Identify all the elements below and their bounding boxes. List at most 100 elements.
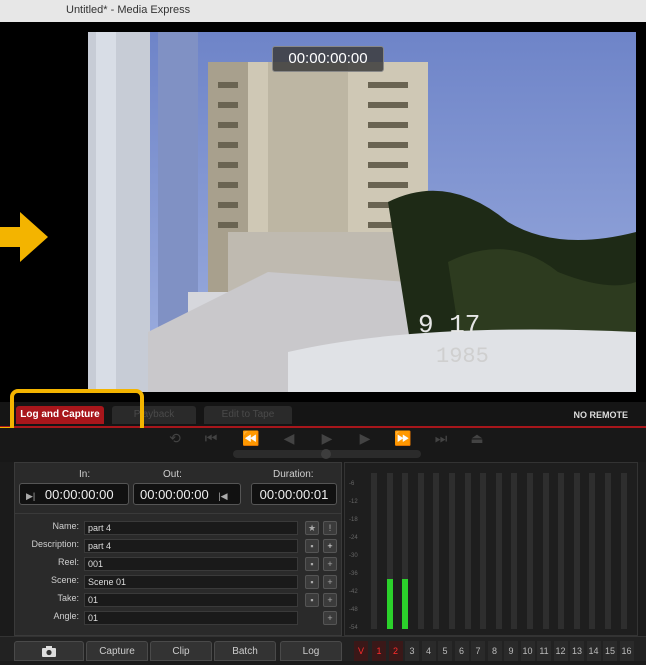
channel-audio-13-button[interactable]: 13 [570, 641, 584, 661]
channel-audio-16-button[interactable]: 16 [619, 641, 634, 661]
snapshot-button[interactable] [14, 641, 84, 661]
db-scale-label: -42 [349, 589, 358, 595]
audio-meter-5 [433, 473, 440, 629]
batch-button[interactable]: Batch [214, 641, 276, 661]
jog-shuttle-slider[interactable] [233, 449, 421, 459]
channel-audio-12-button[interactable]: 12 [553, 641, 568, 661]
scene-label: Scene: [50, 575, 79, 585]
audio-meter-3 [402, 473, 409, 629]
bottom-toolbar: Capture Clip Batch Log V 1 2 3 4 5 6 7 8 9 10 11 12 1… [0, 636, 646, 661]
eject-icon[interactable]: ⏏ [466, 430, 488, 446]
log-button[interactable]: Log [280, 641, 342, 661]
in-timecode-field[interactable]: ▶| 00:00:00:00 [19, 483, 129, 505]
channel-audio-14-button[interactable]: 14 [586, 641, 601, 661]
in-timecode-value: 00:00:00:00 [44, 487, 114, 502]
description-add-button[interactable]: + [323, 539, 337, 553]
step-back-icon[interactable]: ◀ [278, 430, 300, 446]
audio-meter-4 [417, 473, 424, 629]
name-increment-button[interactable]: ! [323, 521, 337, 535]
db-scale-label: -18 [349, 517, 358, 523]
audio-meter-12 [542, 473, 549, 629]
audio-meter-2 [386, 473, 393, 629]
audio-meter-1 [371, 473, 377, 629]
scene-add-button[interactable]: + [323, 575, 337, 589]
channel-video-button[interactable]: V [354, 641, 368, 661]
take-add-button[interactable]: + [323, 593, 337, 607]
channel-audio-9-button[interactable]: 9 [504, 641, 518, 661]
description-toggle-button[interactable]: ▪ [305, 539, 319, 553]
channel-audio-7-button[interactable]: 7 [471, 641, 485, 661]
audio-meter-level [386, 579, 393, 629]
scene-field[interactable]: Scene 01 [84, 575, 298, 589]
angle-label: Angle: [53, 611, 79, 621]
play-icon[interactable]: ▶ [316, 430, 338, 446]
reel-add-button[interactable]: + [323, 557, 337, 571]
reel-label: Reel: [57, 557, 79, 567]
name-field[interactable]: part 4 [84, 521, 298, 535]
step-forward-icon[interactable]: ▶ [354, 430, 376, 446]
description-label: Description: [31, 539, 79, 549]
timecode-overlay: 00:00:00:00 [272, 46, 384, 72]
log-panel: In: Out: Duration: ▶| 00:00:00:00 00:00:… [14, 462, 342, 636]
channel-audio-5-button[interactable]: 5 [438, 641, 452, 661]
reel-field[interactable]: 001 [84, 557, 298, 571]
rewind-icon[interactable]: ⏪ [240, 430, 262, 446]
tab-edit-to-tape[interactable]: Edit to Tape [204, 406, 292, 424]
video-frame: 9 17 1985 [88, 32, 636, 392]
date-stamp-day: 9 17 [418, 310, 480, 340]
mark-in-icon[interactable]: ▶| [26, 491, 35, 501]
channel-audio-6-button[interactable]: 6 [454, 641, 469, 661]
duration-label: Duration: [273, 469, 314, 480]
clip-button[interactable]: Clip [150, 641, 212, 661]
transport-controls: ⟲ ⏮ ⏪ ◀ ▶ ▶ ⏩ ⏭ ⏏ [0, 428, 646, 462]
angle-field[interactable]: 01 [84, 611, 298, 625]
take-toggle-button[interactable]: ▪ [305, 593, 319, 607]
loop-icon[interactable]: ⟲ [164, 430, 186, 446]
name-favorite-button[interactable]: ★ [305, 521, 319, 535]
db-scale-label: -36 [349, 571, 358, 577]
divider [15, 513, 341, 514]
channel-audio-10-button[interactable]: 10 [520, 641, 535, 661]
channel-audio-15-button[interactable]: 15 [603, 641, 617, 661]
camera-icon [42, 646, 56, 657]
angle-add-button[interactable]: + [323, 611, 337, 625]
channel-audio-4-button[interactable]: 4 [421, 641, 436, 661]
take-label: Take: [57, 593, 79, 603]
out-label: Out: [163, 469, 182, 480]
channel-audio-1-button[interactable]: 1 [372, 641, 386, 661]
capture-button[interactable]: Capture [86, 641, 148, 661]
channel-audio-11-button[interactable]: 11 [537, 641, 551, 661]
video-preview-area: 9 17 1985 00:00:00:00 [0, 22, 646, 402]
pointer-arrow-icon [0, 212, 48, 262]
duration-timecode-value: 00:00:00:01 [259, 487, 329, 502]
fast-forward-icon[interactable]: ⏩ [392, 430, 414, 446]
audio-meter-7 [464, 473, 471, 629]
window-titlebar: Untitled* - Media Express [0, 0, 646, 23]
remote-status: NO REMOTE [573, 410, 628, 420]
jog-shuttle-knob[interactable] [321, 449, 331, 459]
reel-toggle-button[interactable]: ▪ [305, 557, 319, 571]
out-timecode-field[interactable]: 00:00:00:00 |◀ [133, 483, 241, 505]
channel-audio-8-button[interactable]: 8 [487, 641, 502, 661]
channel-audio-3-button[interactable]: 3 [405, 641, 419, 661]
take-field[interactable]: 01 [84, 593, 298, 607]
audio-meter-16 [605, 473, 611, 629]
db-scale-label: -12 [349, 499, 358, 505]
duration-timecode-field: 00:00:00:01 [251, 483, 337, 505]
in-label: In: [79, 469, 91, 480]
audio-meter-13 [558, 473, 565, 629]
out-timecode-value: 00:00:00:00 [140, 487, 209, 502]
scene-toggle-button[interactable]: ▪ [305, 575, 319, 589]
mark-out-icon[interactable]: |◀ [218, 491, 227, 501]
name-label: Name: [52, 521, 79, 531]
go-to-end-icon[interactable]: ⏭ [430, 430, 452, 446]
window-title: Untitled* - Media Express [66, 4, 191, 16]
db-scale-label: -48 [349, 607, 358, 613]
description-field[interactable]: part 4 [84, 539, 298, 553]
audio-meters-panel: -6 -12 -18 -24 -30 -36 -42 -48 -54 [344, 462, 638, 636]
date-stamp-year: 1985 [436, 344, 489, 369]
go-to-start-icon[interactable]: ⏮ [200, 430, 222, 446]
audio-meter-9 [495, 473, 502, 629]
audio-meter-10 [511, 473, 518, 629]
channel-audio-2-button[interactable]: 2 [388, 641, 403, 661]
